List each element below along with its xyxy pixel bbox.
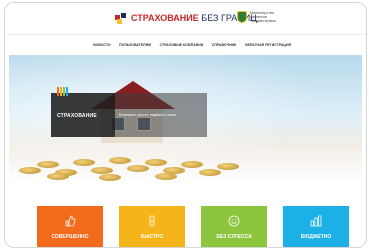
smile-icon bbox=[228, 214, 240, 227]
nav-item-companies[interactable]: Страховые компании bbox=[160, 43, 204, 47]
hero-title: СТРАХОВАНИЕ bbox=[57, 113, 97, 119]
nav-item-users[interactable]: Пользователям bbox=[119, 43, 151, 47]
hero-subtitle: Безопасно, просто, надёжно и легко. bbox=[119, 113, 177, 117]
tile-label: СОВЕРШЕННО bbox=[51, 234, 89, 240]
nav-item-reference[interactable]: Справочник bbox=[212, 43, 236, 47]
stopwatch-icon bbox=[146, 214, 158, 227]
hero-banner: СТРАХОВАНИЕ Безопасно, просто, надёжно и… bbox=[9, 55, 362, 183]
tile-label: БЕЗ СТРЕССА bbox=[216, 234, 252, 240]
thumbs-up-icon bbox=[64, 214, 76, 227]
tile-budget[interactable]: БЮДЖЕТНО bbox=[283, 206, 349, 247]
nav-item-news[interactable]: Новости bbox=[93, 43, 111, 47]
color-tabs-icon bbox=[57, 87, 68, 96]
logo-mark-icon bbox=[115, 12, 127, 24]
bar-chart-icon bbox=[310, 214, 322, 227]
tile-fast[interactable]: БЫСТРО bbox=[119, 206, 185, 247]
site-header: СТРАХОВАНИЕ БЕЗ ГРАНИЦ Министерство фина… bbox=[5, 3, 366, 33]
tile-label: БЫСТРО bbox=[140, 234, 164, 240]
tile-label: БЮДЖЕТНО bbox=[300, 234, 332, 240]
tile-perfect[interactable]: СОВЕРШЕННО bbox=[37, 206, 103, 247]
partner-logo[interactable]: Министерство финансов Приднестровья bbox=[237, 11, 284, 23]
main-nav: Новости Пользователям Страховые компании… bbox=[93, 39, 291, 51]
site-logo[interactable]: СТРАХОВАНИЕ БЕЗ ГРАНИЦ bbox=[115, 11, 257, 25]
partner-text: Министерство финансов Приднестровья bbox=[250, 11, 276, 23]
feature-tiles: СОВЕРШЕННО БЫСТРО БЕЗ СТРЕССА БЮДЖЕТНО bbox=[37, 206, 349, 247]
coins-illustration bbox=[19, 147, 259, 183]
coat-of-arms-icon bbox=[237, 11, 247, 23]
hero-subtitle-panel: Безопасно, просто, надёжно и легко. bbox=[115, 93, 207, 137]
logo-text-red: СТРАХОВАНИЕ bbox=[131, 13, 199, 23]
header-divider bbox=[5, 34, 366, 35]
hero-title-panel: СТРАХОВАНИЕ bbox=[51, 87, 115, 137]
nav-item-registration[interactable]: Обратная регистрация bbox=[245, 43, 291, 47]
browser-frame: СТРАХОВАНИЕ БЕЗ ГРАНИЦ Министерство фина… bbox=[4, 2, 367, 248]
tile-no-stress[interactable]: БЕЗ СТРЕССА bbox=[201, 206, 267, 247]
